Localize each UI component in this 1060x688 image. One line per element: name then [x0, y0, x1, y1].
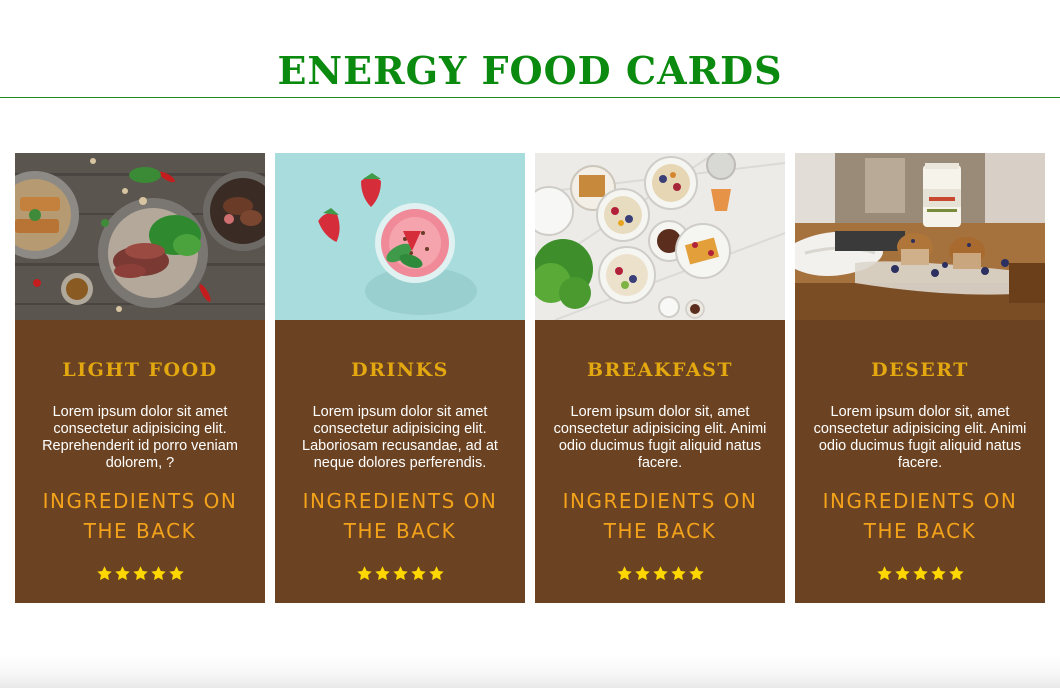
card-description: Lorem ipsum dolor sit, amet consectetur …	[813, 404, 1027, 471]
ingredients-link[interactable]: INGREDIENTS ON THE BACK	[25, 486, 255, 546]
star-rating	[795, 565, 1045, 585]
star-icon	[634, 566, 650, 581]
card-title: DESERT	[871, 359, 969, 381]
star-icon	[150, 566, 166, 581]
star-icon	[356, 566, 372, 581]
ingredients-link[interactable]: INGREDIENTS ON THE BACK	[285, 486, 515, 546]
star-icon	[114, 566, 130, 581]
ingredients-link[interactable]: INGREDIENTS ON THE BACK	[545, 486, 775, 546]
star-icon	[930, 566, 946, 581]
food-card-light-food: LIGHT FOOD Lorem ipsum dolor sit amet co…	[15, 153, 265, 603]
star-icon	[616, 566, 632, 581]
card-description: Lorem ipsum dolor sit amet consectetur a…	[42, 404, 238, 471]
star-icon	[96, 566, 112, 581]
card-description: Lorem ipsum dolor sit amet consectetur a…	[302, 404, 498, 471]
card-title: DRINKS	[351, 359, 449, 381]
star-icon	[428, 566, 444, 581]
breakfast-bowls-image	[535, 153, 785, 320]
page: ENERGY FOOD CARDS LIGHT FOOD Lorem ipsum…	[0, 0, 1060, 688]
star-rating	[15, 565, 265, 585]
food-card-drinks: DRINKS Lorem ipsum dolor sit amet consec…	[275, 153, 525, 603]
card-title: BREAKFAST	[586, 359, 734, 381]
page-header: ENERGY FOOD CARDS	[0, 0, 1060, 98]
card-title: LIGHT FOOD	[62, 359, 218, 381]
star-icon	[168, 566, 184, 581]
grilled-meat-salad-image	[15, 153, 265, 320]
strawberry-smoothie-image	[275, 153, 525, 320]
star-icon	[670, 566, 686, 581]
star-icon	[392, 566, 408, 581]
star-icon	[132, 566, 148, 581]
star-rating	[275, 565, 525, 585]
food-card-breakfast: BREAKFAST Lorem ipsum dolor sit, amet co…	[535, 153, 785, 603]
star-icon	[912, 566, 928, 581]
star-icon	[374, 566, 390, 581]
star-icon	[410, 566, 426, 581]
card-description: Lorem ipsum dolor sit, amet consectetur …	[553, 404, 767, 471]
star-icon	[876, 566, 892, 581]
star-icon	[652, 566, 668, 581]
star-icon	[894, 566, 910, 581]
star-icon	[688, 566, 704, 581]
page-title: ENERGY FOOD CARDS	[277, 48, 783, 93]
star-icon	[948, 566, 964, 581]
food-card-desert: DESERT Lorem ipsum dolor sit, amet conse…	[795, 153, 1045, 603]
ingredients-link[interactable]: INGREDIENTS ON THE BACK	[805, 486, 1035, 546]
card-grid: LIGHT FOOD Lorem ipsum dolor sit amet co…	[15, 153, 1050, 603]
star-rating	[535, 565, 785, 585]
muffins-protein-jar-image	[795, 153, 1045, 320]
